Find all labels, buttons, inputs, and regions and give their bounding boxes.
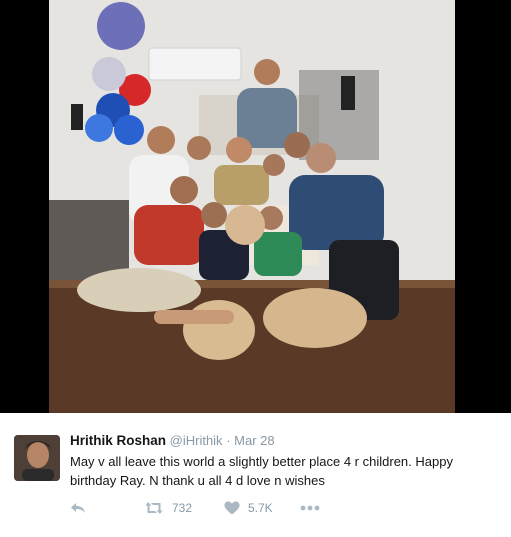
family-photo-illustration xyxy=(49,0,455,413)
like-button[interactable]: 5.7K xyxy=(224,501,300,515)
user-display-name[interactable]: Hrithik Roshan xyxy=(70,433,166,448)
like-count: 5.7K xyxy=(248,501,273,515)
retweet-icon xyxy=(145,502,163,514)
reply-icon xyxy=(71,503,85,513)
tweet-text: May v all leave this world a slightly be… xyxy=(70,454,453,488)
header-separator: · xyxy=(226,433,231,448)
avatar-portrait-icon xyxy=(14,435,60,481)
tweet-header: Hrithik Roshan @iHrithik · Mar 28 xyxy=(70,433,275,448)
tweet-photo-frame xyxy=(0,0,511,413)
tweet-card: Hrithik Roshan @iHrithik · Mar 28 May v … xyxy=(0,413,511,537)
reply-button[interactable] xyxy=(70,501,144,515)
retweet-button[interactable]: 732 xyxy=(144,501,224,515)
user-handle[interactable]: @iHrithik xyxy=(170,433,223,448)
tweet-photo[interactable] xyxy=(49,0,455,413)
user-avatar[interactable] xyxy=(14,435,60,481)
more-button[interactable] xyxy=(300,505,320,511)
heart-icon xyxy=(224,501,240,515)
tweet-actions: 732 5.7K xyxy=(70,499,320,517)
more-dots-icon xyxy=(300,505,320,511)
tweet-date[interactable]: Mar 28 xyxy=(234,433,274,448)
retweet-count: 732 xyxy=(172,501,193,515)
